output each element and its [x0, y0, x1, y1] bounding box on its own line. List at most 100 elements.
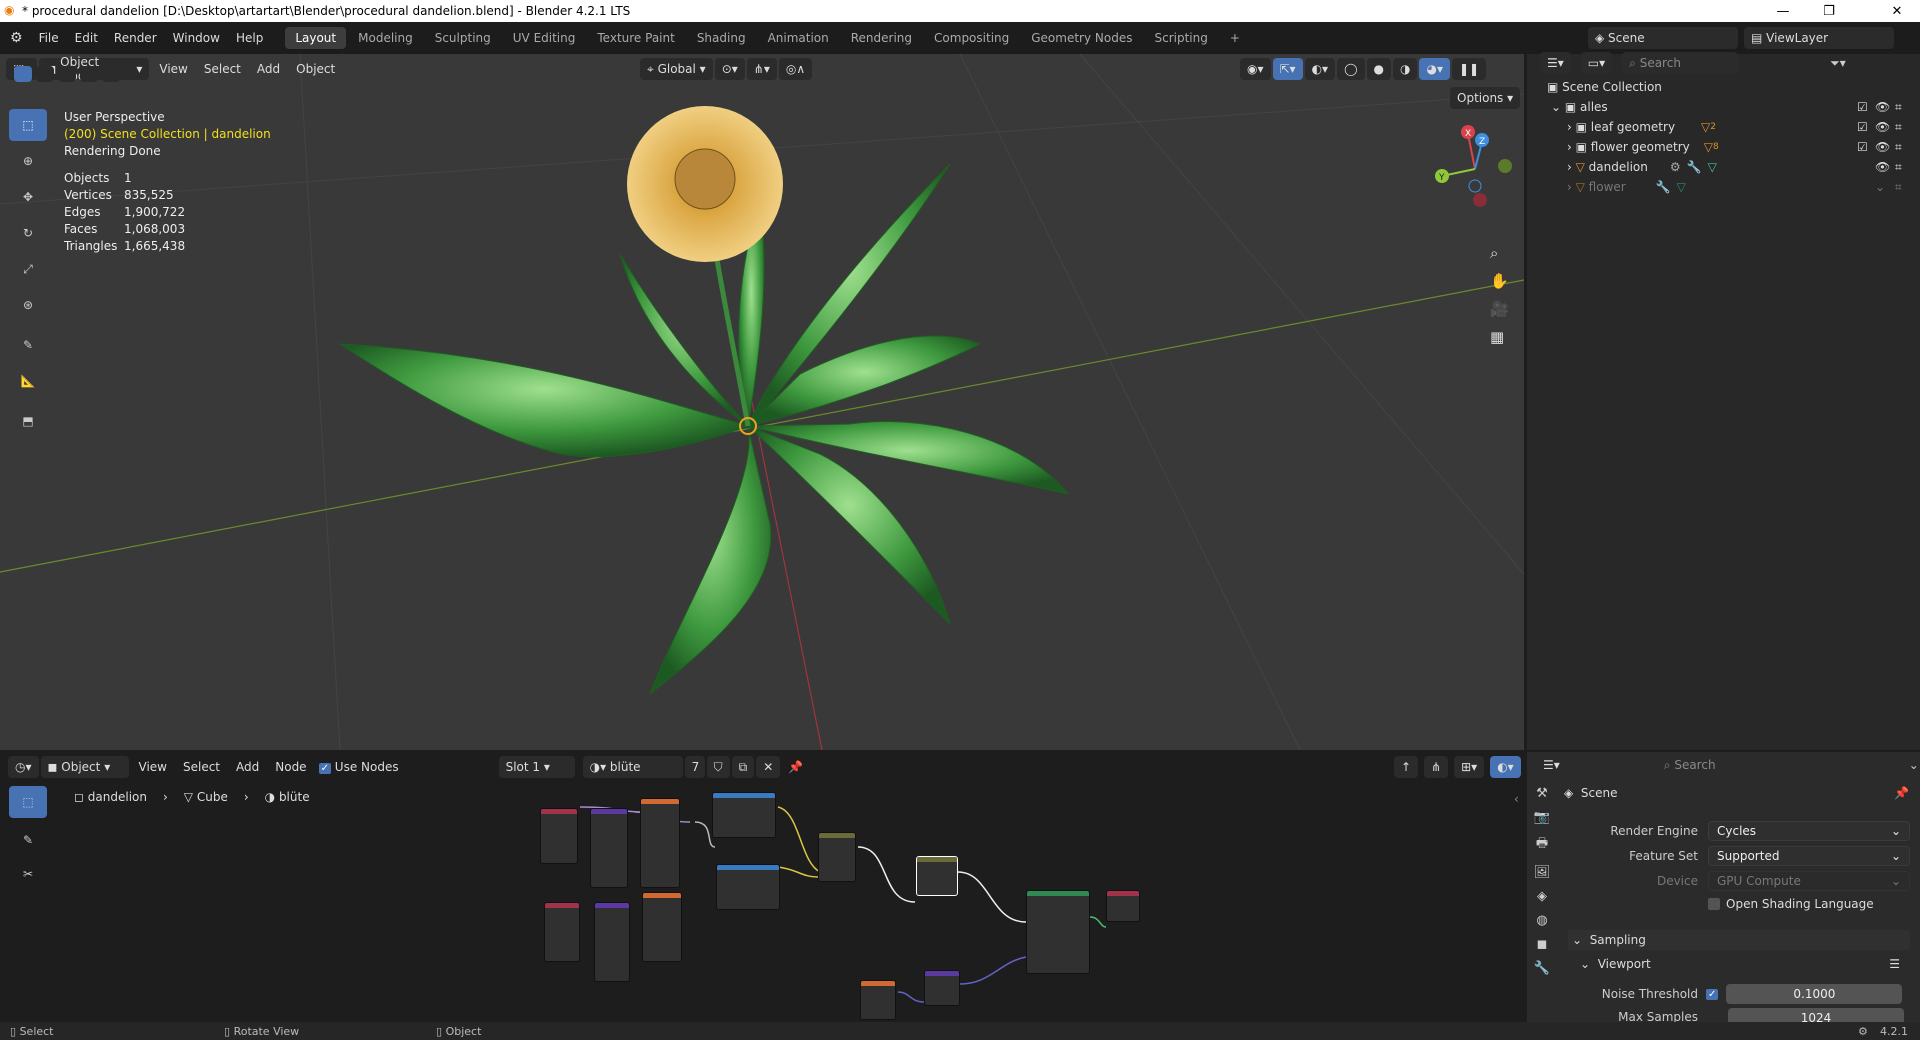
shader-editor[interactable]: ◷▾ ◼ Object ▾ View Select Add Node ✓ Use…	[0, 752, 1524, 1022]
menu-add[interactable]: Add	[249, 62, 288, 76]
outliner-item-alles[interactable]: ⌄ ▣ alles ☑ 👁 ⌗	[1527, 97, 1920, 117]
scene-tab-icon[interactable]: ◈	[1537, 889, 1547, 904]
select-extend-icon[interactable]	[36, 66, 54, 82]
move-tool[interactable]: ✥	[9, 181, 47, 213]
menu-help[interactable]: Help	[228, 31, 271, 45]
camera-icon[interactable]: 🎥	[1490, 300, 1509, 318]
outliner-item-flower-geometry[interactable]: › ▣ flower geometry ▽ 8 ☑ 👁 ⌗	[1527, 137, 1920, 157]
visibility-button[interactable]: ◉▾	[1240, 58, 1271, 80]
rotate-tool[interactable]: ↻	[9, 217, 47, 249]
pan-hand-icon[interactable]: ✋	[1490, 272, 1509, 290]
close-button[interactable]: ✕	[1874, 0, 1920, 22]
viewport-subpanel-header[interactable]: ⌄ Viewport ☰	[1580, 954, 1910, 974]
measure-tool[interactable]: 📐	[9, 365, 47, 397]
texture-coordinate-node-2[interactable]	[544, 902, 580, 962]
noise-threshold-field[interactable]: 0.1000	[1726, 984, 1903, 1004]
max-samples-field[interactable]: 1024	[1728, 1008, 1904, 1022]
select-subtract-icon[interactable]	[58, 66, 76, 82]
world-tab-icon[interactable]: ◍	[1536, 913, 1547, 928]
camera-render-icon[interactable]: ⌗	[1895, 100, 1902, 115]
eye-icon[interactable]: 👁	[1875, 100, 1890, 114]
display-mode-icon[interactable]: ▭▾	[1580, 52, 1613, 74]
tab-layout[interactable]: Layout	[285, 27, 347, 49]
mix-node[interactable]	[818, 832, 856, 882]
viewlayer-field[interactable]: ▤ ViewLayer	[1744, 27, 1894, 49]
feature-set-dropdown[interactable]: Supported ⌄	[1708, 846, 1910, 866]
3d-viewport[interactable]: ⬚▾ ◼ Object Mode ▾ View Select Add Objec…	[0, 54, 1524, 750]
pivot-point-button[interactable]: ⊙▾	[714, 58, 745, 80]
device-dropdown[interactable]: GPU Compute ⌄	[1708, 871, 1910, 891]
selected-node[interactable]	[916, 856, 958, 896]
render-engine-dropdown[interactable]: Cycles ⌄	[1708, 821, 1910, 841]
shading-solid-button[interactable]: ●	[1366, 58, 1391, 80]
pin-icon[interactable]: 📌	[1894, 786, 1909, 800]
sampling-panel-header[interactable]: ⌄ Sampling	[1568, 930, 1910, 950]
camera-render-icon[interactable]: ⌗	[1895, 160, 1902, 175]
annotate-tool[interactable]: ✎	[9, 329, 47, 361]
tab-modeling[interactable]: Modeling	[348, 27, 423, 49]
gizmo-toggle-button[interactable]: ⇱▾	[1272, 58, 1303, 80]
osl-checkbox[interactable]: Open Shading Language	[1708, 897, 1874, 911]
principled-bsdf-node[interactable]	[1026, 890, 1090, 974]
properties-editor-icon[interactable]: ☰▾	[1536, 754, 1567, 776]
bump-node[interactable]	[924, 970, 960, 1006]
camera-render-icon[interactable]: ⌗	[1895, 120, 1902, 135]
add-workspace-button[interactable]: +	[1220, 27, 1250, 49]
options-dropdown[interactable]: Options ▾	[1450, 87, 1521, 109]
menu-object[interactable]: Object	[288, 62, 343, 76]
material-output-node[interactable]	[1106, 890, 1140, 922]
checkbox-icon[interactable]: ☑	[1857, 100, 1868, 114]
outliner-item-dandelion[interactable]: › ▽ dandelion ⚙ 🔧 ▽ 👁 ⌗	[1527, 157, 1920, 177]
maximize-button[interactable]: ❐	[1806, 0, 1852, 22]
tab-uv-editing[interactable]: UV Editing	[503, 27, 586, 49]
shading-wireframe-button[interactable]: ◯	[1337, 58, 1365, 80]
mapping-node-2[interactable]	[594, 902, 630, 982]
outliner-item-flower[interactable]: › ▽ flower 🔧 ▽ ⌄ ⌗	[1527, 177, 1920, 197]
transform-orientation-dropdown[interactable]: ⌖ Global ▾	[640, 58, 713, 80]
noise-texture-node[interactable]	[640, 798, 680, 888]
menu-render[interactable]: Render	[106, 31, 165, 45]
blender-menu-icon[interactable]: ⚙	[10, 30, 23, 46]
navigation-gizmo[interactable]: X Z Y	[1420, 114, 1520, 214]
noise-threshold-checkbox[interactable]: ✓	[1706, 988, 1719, 1000]
view-layer-tab-icon[interactable]: 🖼	[1534, 865, 1551, 880]
menu-edit[interactable]: Edit	[67, 31, 106, 45]
tab-geometry-nodes[interactable]: Geometry Nodes	[1021, 27, 1142, 49]
output-tab-icon[interactable]: 🖶	[1536, 834, 1548, 856]
pause-render-button[interactable]: ❚❚	[1451, 58, 1487, 80]
snap-button[interactable]: ⋔▾	[746, 58, 777, 80]
outliner-scene-collection[interactable]: ▣ Scene Collection	[1527, 77, 1920, 97]
tab-compositing[interactable]: Compositing	[924, 27, 1019, 49]
overlay-toggle-button[interactable]: ◐▾	[1304, 58, 1336, 80]
zoom-icon[interactable]: ⌕	[1490, 244, 1509, 262]
shading-rendered-button[interactable]: ◕▾	[1419, 58, 1450, 80]
tab-texture-paint[interactable]: Texture Paint	[587, 27, 684, 49]
color-ramp-node-2[interactable]	[716, 864, 780, 910]
select-box-tool[interactable]: ⬚	[9, 109, 47, 141]
checkbox-icon[interactable]: ☑	[1857, 120, 1868, 134]
proportional-edit-button[interactable]: ◎∧	[778, 58, 813, 80]
checkbox-icon[interactable]: ☑	[1857, 140, 1868, 154]
camera-render-icon[interactable]: ⌗	[1895, 140, 1902, 155]
shading-material-button[interactable]: ◑	[1393, 58, 1418, 80]
add-cube-tool[interactable]: ⬒	[9, 405, 47, 437]
eye-icon[interactable]: 👁	[1875, 120, 1890, 134]
outliner-search[interactable]: ⌕ Search	[1622, 52, 1739, 74]
eye-icon[interactable]: 👁	[1875, 160, 1890, 174]
modifier-tab-icon[interactable]: 🔧	[1534, 961, 1550, 976]
tab-rendering[interactable]: Rendering	[841, 27, 922, 49]
filter-icon[interactable]: ⏷▾	[1830, 56, 1846, 71]
texture-coordinate-node[interactable]	[540, 808, 578, 864]
minimize-button[interactable]: —	[1760, 0, 1806, 22]
tab-shading[interactable]: Shading	[687, 27, 756, 49]
outliner-editor-icon[interactable]: ☰▾	[1540, 52, 1571, 74]
eye-icon[interactable]: 👁	[1875, 140, 1890, 154]
noise-texture-node-2[interactable]	[642, 892, 682, 962]
menu-select[interactable]: Select	[196, 62, 249, 76]
camera-render-icon[interactable]: ⌗	[1895, 180, 1902, 195]
tool-tab-icon[interactable]: ⚒	[1536, 786, 1548, 801]
tab-scripting[interactable]: Scripting	[1144, 27, 1217, 49]
menu-view[interactable]: View	[151, 62, 195, 76]
mapping-node[interactable]	[590, 808, 628, 888]
select-new-icon[interactable]	[14, 66, 32, 82]
